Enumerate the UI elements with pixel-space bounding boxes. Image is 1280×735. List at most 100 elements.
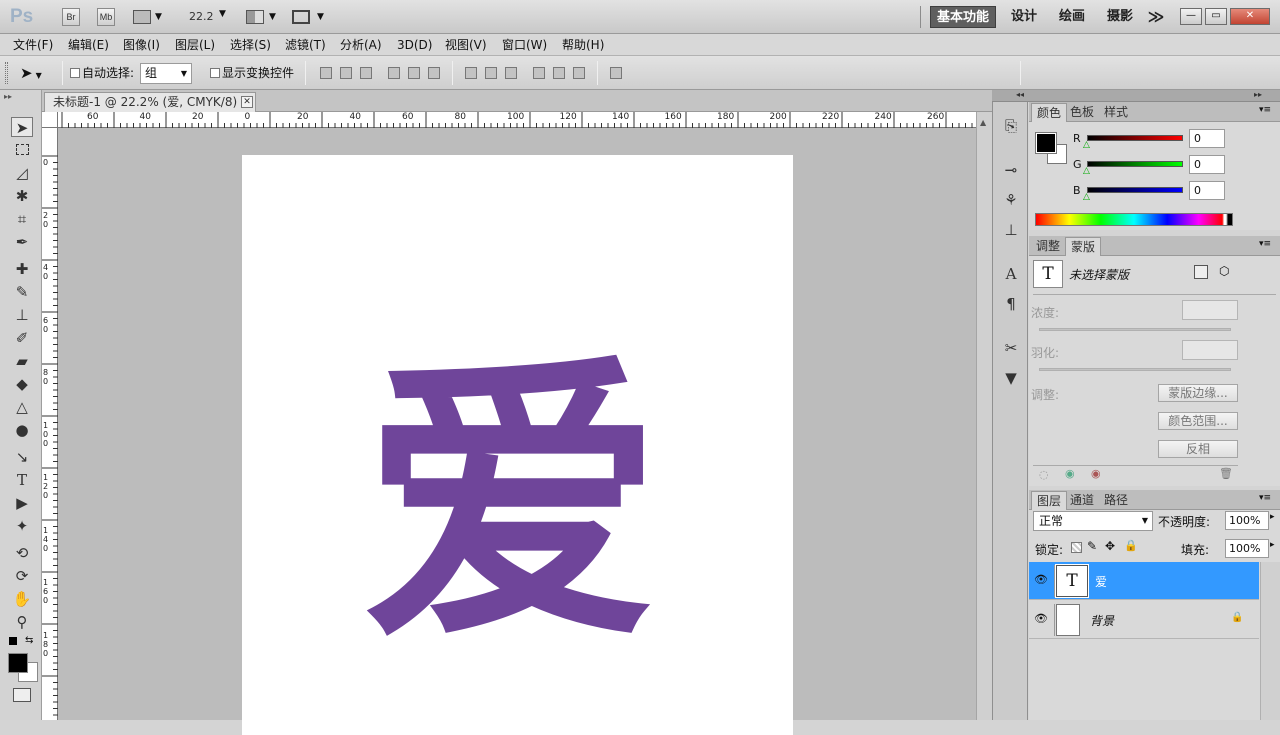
menu-image[interactable]: 图像(I) bbox=[123, 34, 160, 56]
chevron-down-icon[interactable]: ▼ bbox=[219, 9, 226, 19]
auto-select-dropdown[interactable]: 组 ▼ bbox=[140, 63, 192, 84]
zoom-tool-icon[interactable]: ⚲ bbox=[11, 612, 33, 632]
document-canvas[interactable]: 爱 bbox=[242, 155, 793, 735]
tab-swatches[interactable]: 色板 bbox=[1065, 103, 1099, 122]
visibility-eye-icon[interactable]: 👁 bbox=[1034, 612, 1048, 625]
menu-filter[interactable]: 滤镜(T) bbox=[285, 34, 326, 56]
eraser-tool-icon[interactable]: ▰ bbox=[11, 351, 33, 371]
canvas-text-layer[interactable]: 爱 bbox=[362, 340, 662, 670]
align-top-icon[interactable] bbox=[320, 67, 332, 79]
mask-edge-button[interactable]: 蒙版边缘... bbox=[1158, 384, 1238, 402]
align-horizontal-center-icon[interactable] bbox=[408, 67, 420, 79]
layer-name[interactable]: 爱 bbox=[1095, 573, 1107, 590]
lasso-tool-icon[interactable]: ◿ bbox=[11, 163, 33, 183]
distribute-vertical-center-icon[interactable] bbox=[485, 67, 497, 79]
channel-g-input[interactable]: 0 bbox=[1189, 155, 1225, 174]
clone-source-icon[interactable]: ⊥ bbox=[1001, 220, 1021, 240]
pixel-mask-icon[interactable] bbox=[1194, 265, 1208, 279]
menu-window[interactable]: 窗口(W) bbox=[502, 34, 547, 56]
tab-masks[interactable]: 蒙版 bbox=[1065, 237, 1102, 256]
healing-brush-tool-icon[interactable]: ✚ bbox=[11, 259, 33, 279]
path-selection-tool-icon[interactable]: ▶ bbox=[11, 493, 33, 513]
menu-help[interactable]: 帮助(H) bbox=[562, 34, 604, 56]
zoom-level[interactable]: 22.2 bbox=[189, 10, 214, 23]
distribute-bottom-icon[interactable] bbox=[505, 67, 517, 79]
invert-button[interactable]: 反相 bbox=[1158, 440, 1238, 458]
collapse-icon[interactable]: ◂◂ bbox=[1016, 90, 1024, 99]
tab-color[interactable]: 颜色 bbox=[1031, 103, 1068, 122]
foreground-color-swatch[interactable] bbox=[1035, 132, 1057, 154]
vertical-scrollbar[interactable]: ▲ bbox=[976, 112, 992, 720]
screen-mode-button[interactable]: ▼ bbox=[292, 8, 326, 26]
menu-analysis[interactable]: 分析(A) bbox=[340, 34, 382, 56]
workspace-design[interactable]: 设计 bbox=[1006, 6, 1042, 28]
blur-tool-icon[interactable]: △ bbox=[11, 397, 33, 417]
fill-input[interactable]: 100% bbox=[1225, 539, 1269, 558]
channel-b-slider[interactable] bbox=[1087, 187, 1183, 193]
slider-thumb-icon[interactable]: △ bbox=[1083, 140, 1090, 150]
mini-bridge-button[interactable]: Mb bbox=[97, 8, 115, 26]
vertical-ruler[interactable]: 0 2 0 4 0 6 0 8 0 1 0 0 1 2 0 1 4 0 1 6 0 1 8 0 bbox=[42, 112, 58, 720]
color-spectrum-bar[interactable] bbox=[1035, 213, 1233, 226]
more-workspaces-button[interactable]: ≫ bbox=[1144, 6, 1168, 28]
menu-view[interactable]: 视图(V) bbox=[445, 34, 487, 56]
workspace-photography[interactable]: 摄影 bbox=[1102, 6, 1138, 28]
panel-menu-icon[interactable]: ▾≡ bbox=[1259, 105, 1271, 115]
menu-3d[interactable]: 3D(D) bbox=[397, 34, 432, 56]
menu-select[interactable]: 选择(S) bbox=[230, 34, 271, 56]
load-selection-icon[interactable]: ◌ bbox=[1039, 468, 1049, 481]
brushes-icon[interactable]: ⚘ bbox=[1001, 190, 1021, 210]
bridge-button[interactable]: Br bbox=[62, 8, 80, 26]
quick-selection-tool-icon[interactable]: ✱ bbox=[11, 186, 33, 206]
channel-b-input[interactable]: 0 bbox=[1189, 181, 1225, 200]
apply-mask-icon[interactable]: ◉ bbox=[1065, 467, 1075, 480]
close-button[interactable]: ✕ bbox=[1230, 8, 1270, 25]
slider-thumb-icon[interactable]: △ bbox=[1083, 192, 1090, 202]
close-tab-icon[interactable]: ✕ bbox=[241, 96, 253, 108]
hand-tool-icon[interactable]: ✋ bbox=[11, 589, 33, 609]
history-icon[interactable]: ⎘ bbox=[1001, 116, 1021, 136]
fill-slider-icon[interactable]: ▸ bbox=[1270, 540, 1275, 550]
opacity-input[interactable]: 100% bbox=[1225, 511, 1269, 530]
feather-input[interactable] bbox=[1182, 340, 1238, 360]
minimize-button[interactable]: — bbox=[1180, 8, 1202, 25]
maximize-button[interactable]: ▭ bbox=[1205, 8, 1227, 25]
horizontal-ruler[interactable]: 60 40 20 0 20 40 60 80 100 120 140 160 180 200 220 240 2… bbox=[58, 112, 976, 128]
grip-handle[interactable] bbox=[5, 62, 8, 84]
vector-mask-icon[interactable]: ⬡ bbox=[1219, 264, 1229, 278]
distribute-left-icon[interactable] bbox=[533, 67, 545, 79]
menu-edit[interactable]: 编辑(E) bbox=[68, 34, 109, 56]
quick-mask-icon[interactable] bbox=[13, 688, 31, 702]
3d-rotate-tool-icon[interactable]: ⟲ bbox=[11, 543, 33, 563]
type-tool-icon[interactable]: T bbox=[11, 470, 33, 490]
distribute-horizontal-center-icon[interactable] bbox=[553, 67, 565, 79]
density-slider[interactable] bbox=[1039, 328, 1231, 331]
tab-styles[interactable]: 样式 bbox=[1099, 103, 1133, 122]
auto-select-checkbox[interactable] bbox=[70, 68, 80, 78]
trash-icon[interactable]: 🗑 bbox=[1219, 467, 1233, 480]
move-tool-preset-button[interactable]: ➤ ▼ bbox=[20, 63, 42, 86]
layer-row-background[interactable]: 👁 背景 🔒 bbox=[1029, 601, 1259, 639]
tools-preset-icon[interactable]: ✂ bbox=[1001, 338, 1021, 358]
lock-position-icon[interactable]: ✥ bbox=[1105, 539, 1115, 553]
show-transform-checkbox[interactable] bbox=[210, 68, 220, 78]
channel-g-slider[interactable] bbox=[1087, 161, 1183, 167]
lock-transparency-icon[interactable] bbox=[1071, 542, 1082, 553]
workspace-painting[interactable]: 绘画 bbox=[1054, 6, 1090, 28]
align-bottom-icon[interactable] bbox=[360, 67, 372, 79]
auto-align-layers-icon[interactable] bbox=[610, 67, 622, 79]
visibility-eye-icon[interactable]: 👁 bbox=[1034, 573, 1048, 586]
blend-mode-dropdown[interactable]: 正常 ▼ bbox=[1033, 511, 1153, 531]
tab-paths[interactable]: 路径 bbox=[1099, 491, 1133, 510]
ruler-origin[interactable] bbox=[42, 112, 58, 128]
tab-adjustments[interactable]: 调整 bbox=[1031, 237, 1065, 256]
paint-bucket-tool-icon[interactable]: ◆ bbox=[11, 374, 33, 394]
arrange-documents-button[interactable]: ▼ bbox=[246, 8, 278, 26]
layer-name[interactable]: 背景 bbox=[1090, 612, 1114, 629]
foreground-color-swatch[interactable] bbox=[8, 653, 28, 673]
distribute-top-icon[interactable] bbox=[465, 67, 477, 79]
menu-layer[interactable]: 图层(L) bbox=[175, 34, 215, 56]
panel-menu-icon[interactable]: ▾≡ bbox=[1259, 239, 1271, 249]
pen-tool-icon[interactable]: ↘ bbox=[11, 447, 33, 467]
paragraph-icon[interactable]: ¶ bbox=[1001, 294, 1021, 314]
